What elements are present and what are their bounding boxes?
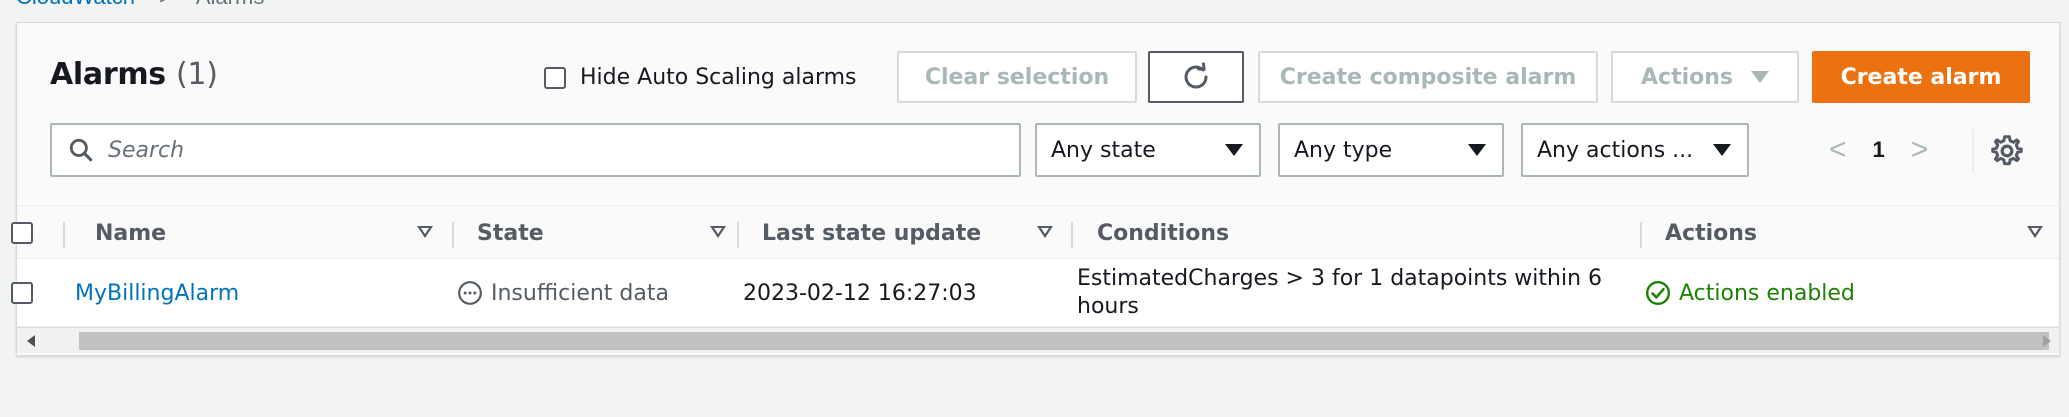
row-select-checkbox[interactable]: [11, 282, 33, 304]
caret-down-icon: [1468, 144, 1486, 156]
sort-caret-icon[interactable]: [710, 226, 726, 238]
actions-dropdown-label: Actions: [1641, 64, 1733, 90]
hide-autoscaling-checkbox[interactable]: [544, 66, 566, 89]
type-filter-select[interactable]: Any type: [1278, 123, 1504, 177]
horizontal-scrollbar[interactable]: [17, 327, 2059, 353]
caret-down-icon: [1751, 71, 1769, 83]
sort-caret-icon[interactable]: [1037, 226, 1053, 238]
alarm-actions-text: Actions enabled: [1679, 280, 1855, 306]
column-header-actions[interactable]: Actions: [1665, 206, 1757, 260]
sort-caret-icon[interactable]: [2027, 226, 2043, 238]
table-header: Name State Last state update Conditions …: [11, 205, 2059, 260]
breadcrumb-current: Alarms: [196, 0, 264, 10]
column-header-name[interactable]: Name: [95, 206, 166, 260]
check-circle-icon: [1645, 280, 1671, 306]
hide-autoscaling-toggle[interactable]: Hide Auto Scaling alarms: [544, 65, 857, 90]
actions-dropdown-button[interactable]: Actions: [1611, 51, 1799, 103]
clear-selection-button[interactable]: Clear selection: [897, 51, 1137, 103]
column-header-last-state-update[interactable]: Last state update: [762, 206, 981, 260]
create-alarm-button[interactable]: Create alarm: [1812, 51, 2030, 103]
refresh-button[interactable]: [1148, 51, 1244, 103]
breadcrumb-cloudwatch-link[interactable]: CloudWatch: [16, 0, 135, 10]
pagination: < 1 >: [1829, 129, 1928, 171]
column-divider[interactable]: [1640, 222, 1642, 248]
divider: [1972, 129, 1974, 173]
actions-filter-select[interactable]: Any actions ...: [1521, 123, 1749, 177]
column-divider[interactable]: [737, 222, 739, 248]
breadcrumb: CloudWatch > Alarms: [16, 0, 264, 10]
scroll-right-icon[interactable]: [2043, 335, 2051, 347]
state-filter-value: Any state: [1051, 137, 1156, 163]
alarm-name-link[interactable]: MyBillingAlarm: [75, 281, 239, 306]
column-header-state[interactable]: State: [477, 206, 544, 260]
table-row: MyBillingAlarm Insufficient data 2023-02…: [11, 259, 2059, 327]
alarm-state-text: Insufficient data: [491, 280, 669, 306]
alarm-state: Insufficient data: [457, 259, 669, 327]
column-header-conditions: Conditions: [1097, 220, 1230, 246]
alarm-conditions: EstimatedCharges > 3 for 1 datapoints wi…: [1077, 266, 1603, 319]
type-filter-value: Any type: [1294, 137, 1393, 163]
page-title-text: Alarms: [50, 57, 166, 92]
column-divider[interactable]: [1071, 222, 1073, 248]
alarm-count: (1): [176, 57, 218, 92]
state-filter-select[interactable]: Any state: [1035, 123, 1261, 177]
select-all-checkbox[interactable]: [11, 222, 33, 244]
search-field[interactable]: [50, 123, 1021, 177]
settings-gear-icon[interactable]: [1989, 133, 2025, 169]
alarm-actions-status: Actions enabled: [1645, 259, 1855, 327]
alarm-last-update: 2023-02-12 16:27:03: [743, 280, 977, 306]
hide-autoscaling-label: Hide Auto Scaling alarms: [580, 65, 857, 90]
caret-down-icon: [1225, 144, 1243, 156]
sort-caret-icon[interactable]: [417, 226, 433, 238]
page-title: Alarms (1): [50, 57, 218, 92]
current-page-number[interactable]: 1: [1873, 137, 1885, 163]
column-divider: [63, 222, 65, 248]
actions-filter-value: Any actions ...: [1537, 137, 1694, 163]
alarms-panel: Alarms (1) Hide Auto Scaling alarms Clea…: [11, 22, 2060, 356]
breadcrumb-separator: >: [159, 0, 172, 10]
search-input[interactable]: [108, 137, 988, 163]
column-divider[interactable]: [452, 222, 454, 248]
previous-page-button[interactable]: <: [1829, 133, 1847, 167]
create-composite-alarm-button[interactable]: Create composite alarm: [1258, 51, 1598, 103]
refresh-icon: [1184, 62, 1208, 89]
scrollbar-thumb[interactable]: [79, 332, 2049, 350]
caret-down-icon: [1713, 144, 1731, 156]
next-page-button[interactable]: >: [1911, 133, 1929, 167]
search-icon: [69, 138, 93, 162]
scroll-left-icon[interactable]: [27, 335, 35, 347]
insufficient-data-icon: [458, 281, 482, 305]
